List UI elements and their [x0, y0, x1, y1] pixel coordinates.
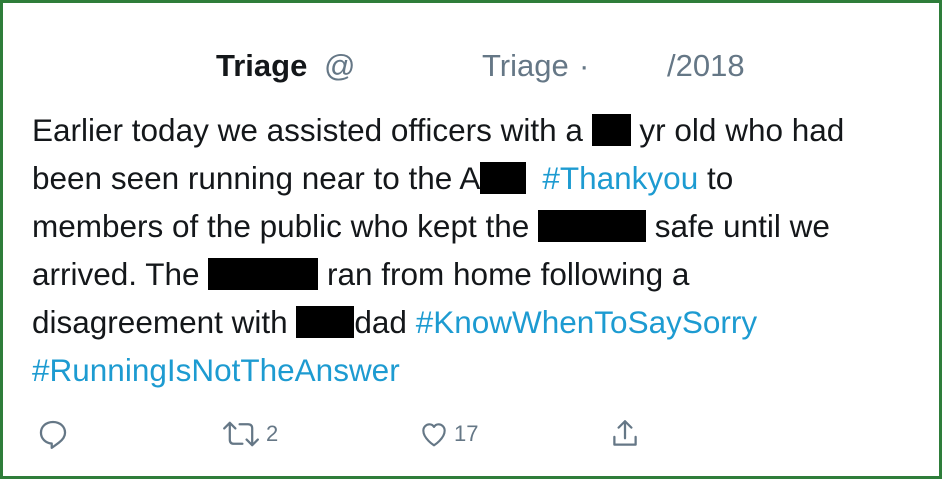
redaction-box	[591, 114, 631, 146]
tweet-actions: 2 17	[6, 414, 936, 454]
like-button[interactable]: 17	[418, 414, 478, 454]
retweet-button[interactable]: 2	[220, 414, 278, 454]
reply-icon	[39, 420, 67, 450]
retweet-count: 2	[266, 421, 279, 446]
author-name[interactable]: Triage	[216, 46, 307, 86]
text-segment: dad	[354, 304, 416, 340]
retweet-icon	[223, 421, 259, 447]
tweet-date[interactable]: /2018	[667, 46, 745, 86]
hashtag-thankyou[interactable]: #Thankyou	[542, 160, 698, 196]
header-separator: ·	[579, 48, 590, 83]
redaction-box	[480, 162, 527, 194]
redaction-box	[538, 210, 647, 242]
text-segment: safe until we	[646, 208, 830, 244]
text-line: disagreement with dad #KnowWhenToSaySorr…	[32, 298, 932, 346]
tweet-card: Triage @ Triage · /2018 Earlier today we…	[6, 6, 936, 473]
text-segment: disagreement with	[32, 304, 297, 340]
text-line: been seen running near to the A #Thankyou…	[32, 154, 932, 202]
text-line: arrived. The ran from home following a	[32, 250, 932, 298]
image-frame: Triage @ Triage · /2018 Earlier today we…	[0, 0, 942, 479]
tweet-text: Earlier today we assisted officers with …	[32, 106, 932, 394]
heart-icon	[422, 423, 446, 447]
redaction-box	[208, 258, 319, 290]
tweet-header: Triage @ Triage · /2018	[6, 46, 936, 86]
reply-button[interactable]	[36, 414, 70, 454]
text-line: #RunningIsNotTheAnswer	[32, 346, 932, 394]
at-symbol: @	[324, 48, 356, 83]
text-segment: members of the public who kept the	[32, 208, 539, 244]
text-segment: arrived. The	[32, 256, 209, 292]
like-count: 17	[454, 421, 479, 446]
redaction-box	[296, 306, 355, 338]
text-line: Earlier today we assisted officers with …	[32, 106, 932, 154]
text-segment: ran from home following a	[318, 256, 690, 292]
text-segment: Earlier today we assisted officers with …	[32, 112, 592, 148]
text-segment: yr old who had	[630, 112, 845, 148]
text-segment: been seen running near to the A	[32, 160, 481, 196]
text-segment: to	[698, 160, 734, 196]
share-button[interactable]	[608, 414, 642, 454]
text-line: members of the public who kept the safe …	[32, 202, 932, 250]
author-handle[interactable]: Triage	[482, 46, 569, 86]
hashtag-knowwhentosaysorry[interactable]: #KnowWhenToSaySorry	[416, 304, 757, 340]
share-icon	[613, 420, 637, 446]
hashtag-runningisnottheanswer[interactable]: #RunningIsNotTheAnswer	[32, 352, 400, 388]
